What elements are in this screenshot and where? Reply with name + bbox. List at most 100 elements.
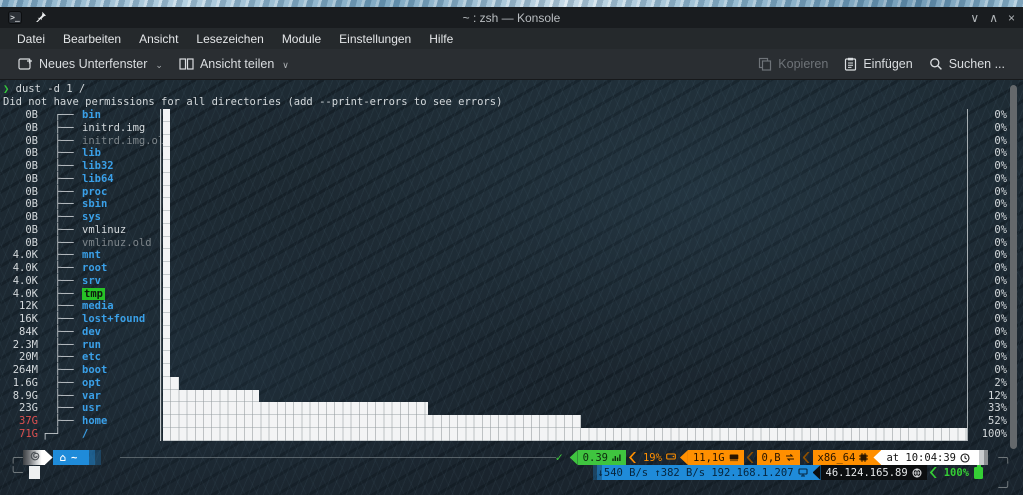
konsole-app-icon: >_	[8, 11, 22, 24]
dust-size: 12K	[19, 300, 38, 313]
dust-row: 4.0K ├── mnt 0%	[0, 249, 1023, 262]
powerline-arrow	[44, 450, 53, 465]
hdd-icon	[666, 452, 676, 464]
titlebar[interactable]: >_ ~ : zsh — Konsole ∨ ∧ ×	[0, 7, 1023, 28]
dust-size: 0B	[25, 109, 38, 121]
dust-row: 0B ├── lib32 0%	[0, 160, 1023, 173]
paste-button[interactable]: Einfügen	[836, 53, 920, 75]
dust-size: 0B	[25, 223, 38, 236]
maximize-button[interactable]: ∧	[989, 11, 998, 25]
new-tab-button[interactable]: Neues Unterfenster ⌄	[10, 53, 171, 75]
dust-size: 16K	[19, 313, 38, 325]
dust-percent: 0%	[994, 249, 1007, 262]
dust-name: etc	[82, 351, 101, 364]
dust-size: 0B	[25, 147, 38, 160]
dust-bar	[163, 300, 170, 313]
menu-ansicht[interactable]: Ansicht	[130, 30, 187, 48]
dust-bar	[163, 262, 170, 275]
dust-size: 4.0K	[12, 262, 38, 274]
menu-lesezeichen[interactable]: Lesezeichen	[187, 30, 272, 48]
dust-row: 8.9G ├── var 12%	[0, 389, 1023, 403]
close-button[interactable]: ×	[1008, 11, 1015, 25]
dust-size: 0B	[25, 121, 38, 134]
dust-bar	[163, 351, 170, 364]
dust-size: 23G	[19, 402, 38, 415]
window-title: ~ : zsh — Konsole	[462, 10, 561, 25]
dust-percent: 0%	[994, 198, 1007, 211]
network-segment: ↓540 B/s ↑382 B/s 192.168.1.207	[592, 465, 813, 480]
dust-percent: 0%	[994, 223, 1007, 236]
dust-percent: 0%	[994, 300, 1007, 313]
ethernet-icon	[797, 468, 808, 477]
minimize-button[interactable]: ∨	[970, 11, 979, 25]
current-dir: ~	[70, 451, 78, 464]
dust-percent: 33%	[988, 402, 1007, 415]
dust-name: vmlinuz	[82, 223, 127, 236]
tree-branch: ├──	[42, 364, 74, 376]
tree-branch: ├──	[42, 274, 74, 287]
dust-name: boot	[82, 364, 108, 376]
dust-warning-line: Did not have permissions for all directo…	[3, 96, 503, 108]
dust-name: proc	[82, 185, 108, 198]
terminal-viewport[interactable]: ❯ dust -d 1 / Did not have permissions f…	[0, 80, 1023, 495]
bar-axis-left	[160, 109, 161, 441]
dust-size: 0B	[25, 211, 38, 223]
menu-datei[interactable]: Datei	[8, 30, 54, 48]
split-view-button[interactable]: Ansicht teilen ∨	[171, 53, 297, 75]
dust-row: 2.3M ├── run 0%	[0, 338, 1023, 352]
copy-icon	[758, 57, 772, 71]
terminal-cursor	[28, 466, 40, 479]
dust-size: 0B	[25, 134, 38, 147]
tree-branch: ├──	[42, 198, 74, 211]
dust-percent: 0%	[994, 134, 1007, 147]
frame-bottom-right: ─╯	[998, 482, 1011, 494]
dust-name: lib64	[82, 172, 114, 185]
dust-name: opt	[82, 376, 101, 389]
dust-size: 0B	[25, 172, 38, 185]
desktop-wallpaper-strip	[0, 0, 1023, 7]
dust-bar	[163, 287, 170, 301]
prompt-symbol: ❯	[3, 83, 10, 95]
menu-einstellungen[interactable]: Einstellungen	[330, 30, 420, 48]
menu-bearbeiten[interactable]: Bearbeiten	[54, 30, 130, 48]
dust-name: sys	[82, 211, 101, 223]
public-ip-segment: 46.124.165.89	[820, 465, 927, 480]
cpu-icon	[859, 453, 869, 462]
menu-hilfe[interactable]: Hilfe	[420, 30, 462, 48]
dust-percent: 0%	[994, 364, 1007, 376]
copy-button[interactable]: Kopieren	[750, 53, 836, 75]
search-button[interactable]: Suchen ...	[921, 53, 1013, 75]
pin-icon	[36, 9, 47, 27]
dust-row: 1.6G ├── opt 2%	[0, 376, 1023, 390]
dust-bar	[163, 274, 170, 288]
tree-branch: ├──	[42, 376, 74, 389]
dust-size: 4.0K	[12, 287, 38, 300]
tree-branch: ├──	[42, 160, 74, 172]
dust-row: 0B ├── lib 0%	[0, 147, 1023, 160]
new-tab-icon	[18, 57, 33, 71]
dust-bar	[163, 427, 967, 441]
segment-joint	[812, 465, 821, 480]
tree-branch: ├──	[42, 262, 74, 274]
ram-icon	[729, 453, 739, 462]
new-tab-dropdown-caret[interactable]: ⌄	[155, 60, 163, 71]
dust-percent: 52%	[988, 415, 1007, 427]
tree-branch: ├──	[42, 325, 74, 338]
dust-percent: 0%	[994, 211, 1007, 223]
os-segment	[22, 450, 45, 465]
dust-name: vmlinuz.old	[82, 236, 152, 249]
dust-row: 0B ┌── bin 0%	[0, 109, 1023, 122]
dust-percent: 100%	[981, 427, 1007, 440]
segment-chevron	[929, 467, 937, 478]
menu-module[interactable]: Module	[273, 30, 330, 48]
dust-name: bin	[82, 109, 101, 121]
dust-name: media	[82, 300, 114, 313]
terminal-scrollbar[interactable]	[1010, 85, 1017, 449]
tree-branch: ├──	[42, 389, 74, 402]
dust-bar	[163, 134, 170, 148]
dust-row: 0B ├── initrd.img.old 0%	[0, 134, 1023, 148]
dust-size: 8.9G	[12, 389, 38, 402]
dust-bar	[163, 389, 259, 403]
dust-percent: 0%	[994, 313, 1007, 325]
dust-row: 12K ├── media 0%	[0, 300, 1023, 313]
